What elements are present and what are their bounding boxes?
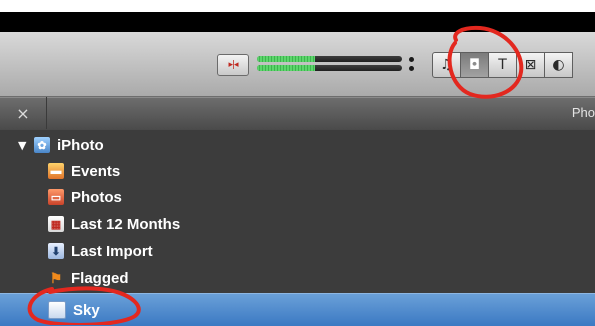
sidebar-item-label: Last Import <box>71 242 153 260</box>
music-browser-button[interactable]: ♫ <box>432 52 461 78</box>
level-meter-right <box>257 65 402 71</box>
sidebar-item-label: Photos <box>71 188 122 206</box>
disclosure-triangle-icon[interactable]: ▼ <box>18 139 26 152</box>
music-note-icon: ♫ <box>440 57 453 73</box>
sidebar-item-last-import[interactable]: ⬇ Last Import <box>0 238 595 264</box>
sidebar-item-label: Flagged <box>71 269 129 287</box>
close-icon: × <box>16 103 30 123</box>
photo-browser-button[interactable]: ◘ <box>461 52 489 78</box>
transition-browser-button[interactable]: ⊠ <box>517 52 545 78</box>
events-icon: ▬ <box>48 163 64 179</box>
meter-indicator-dots <box>409 56 414 72</box>
sidebar-item-iphoto[interactable]: ▼ ✿ iPhoto <box>0 132 595 158</box>
sidebar-item-label: Events <box>71 162 121 180</box>
camera-icon: ◘ <box>468 57 481 73</box>
level-meter-left <box>257 56 402 62</box>
album-icon <box>48 301 66 319</box>
calendar-icon: ▦ <box>48 216 64 232</box>
iphoto-icon: ✿ <box>34 137 50 153</box>
sidebar-item-label: Sky <box>73 301 100 319</box>
sidebar-item-events[interactable]: ▬ Events <box>0 158 595 184</box>
sidebar-item-label: iPhoto <box>57 136 104 154</box>
waveform-icon: ▸|◂ <box>228 60 238 70</box>
waveform-button[interactable]: ▸|◂ <box>217 54 249 76</box>
audio-level-meter <box>257 56 414 72</box>
top-margin <box>0 0 595 12</box>
view-button-group: ♫ ◘ T ⊠ ◐ <box>432 52 573 78</box>
transition-icon: ⊠ <box>524 57 537 73</box>
sidebar-item-photos[interactable]: ▭ Photos <box>0 184 595 210</box>
more-browser-button[interactable]: ◐ <box>545 52 573 78</box>
sidebar-item-sky[interactable]: Sky <box>0 293 595 326</box>
import-icon: ⬇ <box>48 243 64 259</box>
title-browser-button[interactable]: T <box>489 52 517 78</box>
title-bar <box>0 12 595 32</box>
browser-header <box>0 97 595 131</box>
browser-title: Pho <box>571 105 595 120</box>
photos-icon: ▭ <box>48 189 64 205</box>
partial-icon: ◐ <box>552 57 565 73</box>
sidebar-item-flagged[interactable]: ⚑ Flagged <box>0 265 595 291</box>
text-t-icon: T <box>498 57 507 73</box>
close-browser-button[interactable]: × <box>0 97 47 129</box>
flag-icon: ⚑ <box>49 269 63 286</box>
sidebar-item-label: Last 12 Months <box>71 215 181 233</box>
sidebar-item-last-12-months[interactable]: ▦ Last 12 Months <box>0 211 595 237</box>
